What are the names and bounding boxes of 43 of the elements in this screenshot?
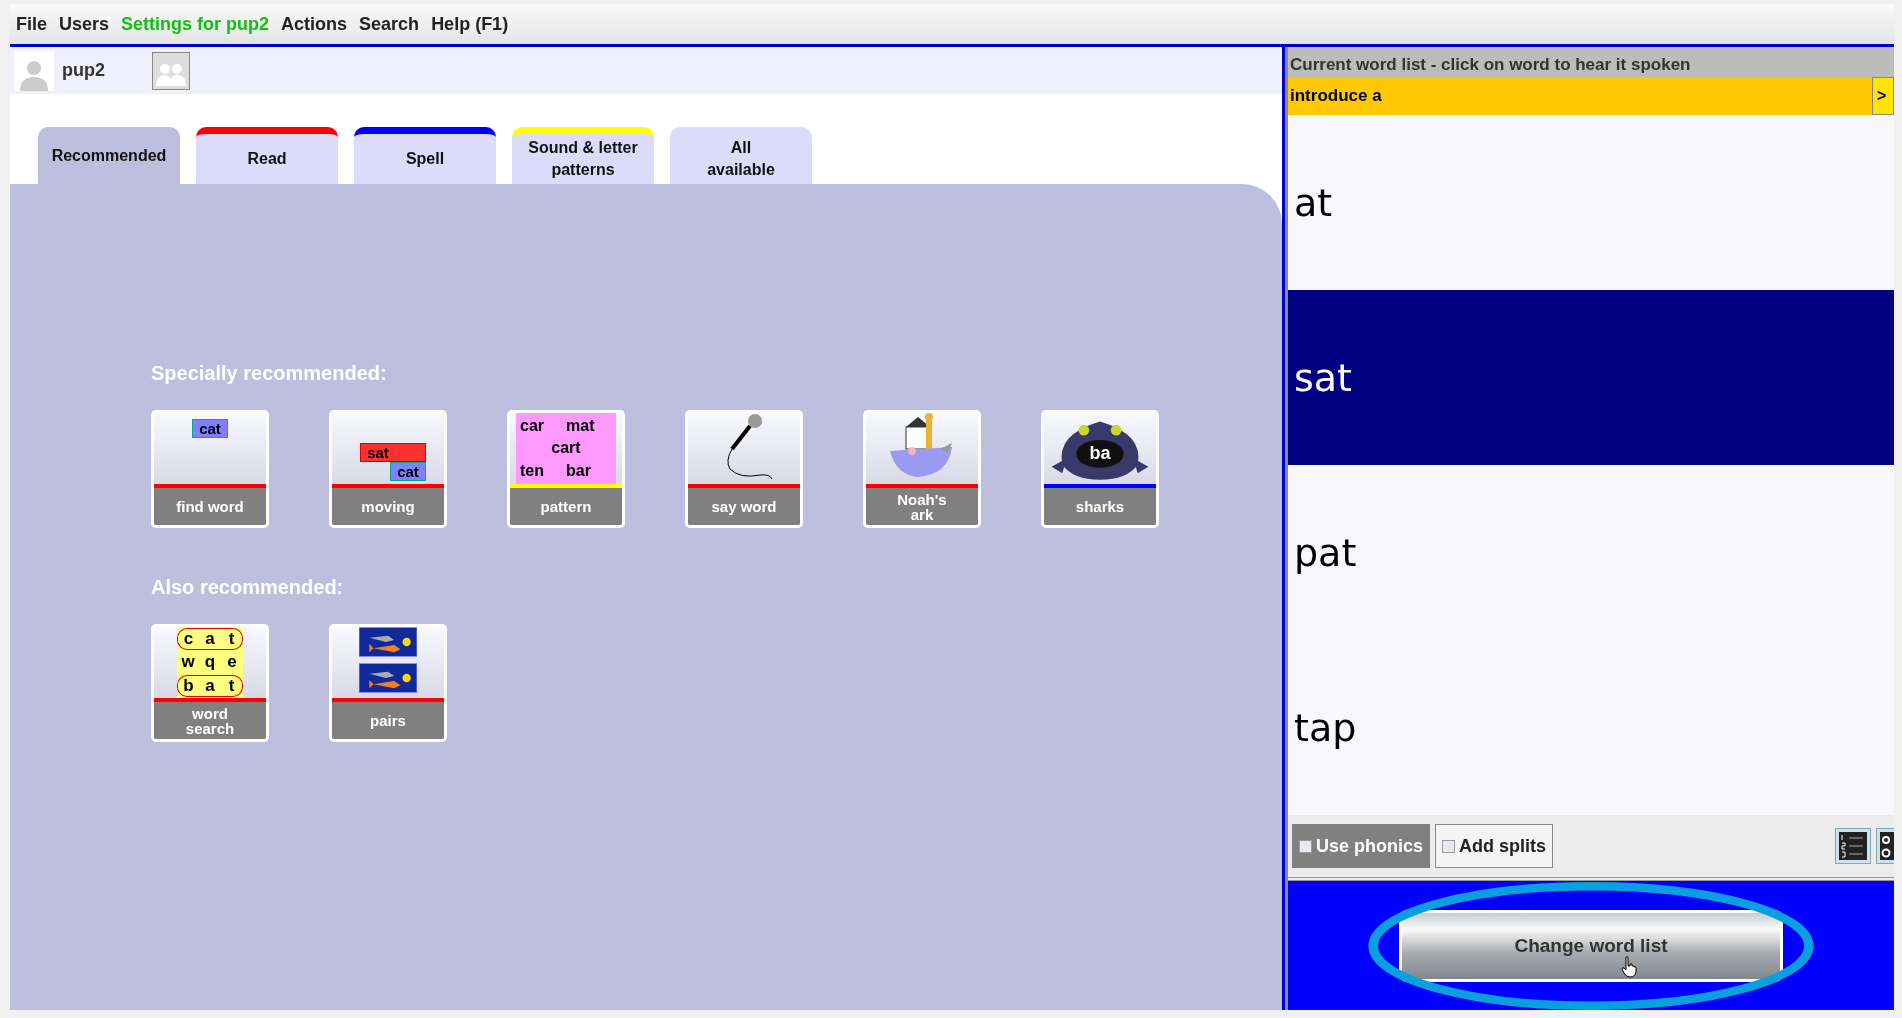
user-name: pup2 — [62, 60, 106, 81]
category-tab[interactable]: Spell — [354, 127, 496, 184]
word-list-title: introduce a — [1289, 86, 1382, 106]
activity-tile[interactable]: car mat cart ten bar pattern — [507, 410, 625, 528]
activity-tile[interactable]: sat cat moving — [329, 410, 447, 528]
menu-item[interactable]: Search — [359, 13, 420, 35]
category-tab[interactable]: Recommended — [38, 127, 180, 184]
group-users-icon[interactable] — [152, 51, 190, 90]
next-button[interactable]: > — [1872, 77, 1894, 115]
toggle-button[interactable]: Use phonics — [1292, 824, 1431, 868]
word-item[interactable]: pat — [1288, 465, 1894, 640]
menu-item[interactable]: Help (F1) — [431, 13, 509, 35]
category-tab[interactable]: Sound & letter patterns — [512, 127, 654, 184]
menu-item[interactable]: Users — [59, 13, 110, 35]
activity-tile[interactable]: c a t w q e b a t word search — [151, 624, 269, 742]
activity-tile[interactable]: cat find word — [151, 410, 269, 528]
change-word-list-button[interactable]: Change word list — [1399, 909, 1783, 982]
pattern-card: car mat cart ten bar — [516, 413, 616, 484]
activity-tile[interactable]: say word — [685, 410, 803, 528]
menu-item[interactable]: Actions — [281, 13, 348, 35]
numbered-list-icon[interactable] — [1835, 828, 1871, 864]
word-card: cat — [192, 419, 228, 438]
activity-tile[interactable]: ba sharks — [1041, 410, 1159, 528]
word-item[interactable]: at — [1288, 115, 1894, 290]
fish-card-drawing — [359, 627, 417, 657]
microphone-icon — [724, 413, 774, 481]
section-heading: Specially recommended: — [151, 362, 388, 385]
user-avatar-icon — [14, 50, 54, 91]
activity-tile[interactable]: pairs — [329, 624, 447, 742]
word-card: cat — [390, 462, 426, 481]
word-item[interactable]: tap — [1288, 640, 1894, 815]
word-search-grid: c a t w q e b a t — [177, 627, 243, 698]
section-heading: Also recommended: — [151, 576, 345, 599]
toggle-button[interactable]: Add splits — [1435, 824, 1554, 868]
word-list-header: Current word list - click on word to hear it spoken — [1288, 47, 1894, 77]
word-item[interactable]: sat — [1288, 290, 1894, 465]
word-card: sat — [360, 443, 426, 462]
activity-tile[interactable]: Noah's ark — [863, 410, 981, 528]
fish-card-drawing — [359, 663, 417, 693]
menu-item[interactable]: File — [16, 13, 47, 35]
category-tab[interactable]: All available — [670, 127, 812, 184]
category-tab[interactable]: Read — [196, 127, 338, 184]
hand-cursor-icon — [1621, 955, 1637, 978]
